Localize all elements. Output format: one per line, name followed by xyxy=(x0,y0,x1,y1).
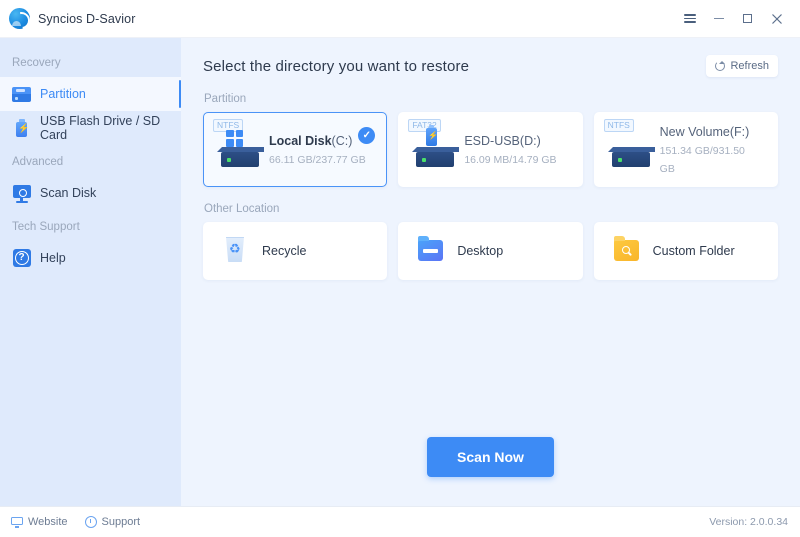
other-location-card-recycle[interactable]: Recycle xyxy=(203,222,387,280)
partition-card-local-disk-c[interactable]: NTFS Local Disk(C:) 66.11 GB/237.77 GB ✓ xyxy=(203,112,387,187)
usb-disk-icon xyxy=(412,127,458,173)
version-label: Version: 2.0.0.34 xyxy=(709,516,788,528)
partition-info: ESD-USB(D:) 16.09 MB/14.79 GB xyxy=(464,132,567,168)
other-location-label: Custom Folder xyxy=(653,244,735,258)
partition-name-text: New Volume xyxy=(660,125,730,139)
sidebar-item-partition-label: Partition xyxy=(40,87,86,101)
syncios-logo-icon xyxy=(9,8,30,29)
selected-check-icon: ✓ xyxy=(358,127,375,144)
close-icon xyxy=(772,14,782,24)
sidebar-group-advanced-label: Advanced xyxy=(0,145,181,176)
sidebar-item-usb-label: USB Flash Drive / SD Card xyxy=(40,114,181,142)
monitor-icon xyxy=(11,517,23,528)
other-location-label: Recycle xyxy=(262,244,306,258)
title-bar: Syncios D-Savior xyxy=(0,0,800,38)
partition-drive-letter: (C:) xyxy=(332,134,353,148)
app-title: Syncios D-Savior xyxy=(38,12,135,26)
sidebar-item-scan-disk-label: Scan Disk xyxy=(40,186,96,200)
partition-card-new-volume-f[interactable]: NTFS New Volume(F:) 151.34 GB/931.50 GB xyxy=(594,112,778,187)
sidebar-group-tech-support-label: Tech Support xyxy=(0,210,181,241)
sidebar-item-help-label: Help xyxy=(40,251,66,265)
scan-now-button[interactable]: Scan Now xyxy=(427,437,554,477)
sidebar: Recovery Partition USB Flash Drive / SD … xyxy=(0,38,181,506)
close-button[interactable] xyxy=(763,6,790,32)
other-location-label: Desktop xyxy=(457,244,503,258)
partition-info: New Volume(F:) 151.34 GB/931.50 GB xyxy=(660,123,763,177)
refresh-label: Refresh xyxy=(730,60,769,72)
recycle-bin-icon xyxy=(220,235,250,267)
other-location-card-custom-folder[interactable]: Custom Folder xyxy=(594,222,778,280)
partition-card-esd-usb-d[interactable]: FAT32 ESD-USB(D:) 16.09 MB/14.79 GB xyxy=(398,112,582,187)
partition-info: Local Disk(C:) 66.11 GB/237.77 GB xyxy=(269,132,372,168)
windows-disk-icon xyxy=(217,127,263,173)
sidebar-group-recovery-label: Recovery xyxy=(0,46,181,77)
desktop-folder-icon xyxy=(415,235,445,267)
other-location-card-list: Recycle Desktop Custom Folder xyxy=(203,222,778,280)
partition-name-text: ESD-USB xyxy=(464,134,520,148)
menu-button[interactable] xyxy=(676,6,703,32)
sidebar-item-partition[interactable]: Partition xyxy=(0,77,181,111)
page-title: Select the directory you want to restore xyxy=(203,58,469,75)
minimize-button[interactable] xyxy=(705,6,732,32)
partition-section-label: Partition xyxy=(204,93,778,105)
refresh-button[interactable]: Refresh xyxy=(706,55,778,77)
disk-icon xyxy=(608,127,654,173)
support-link[interactable]: Support xyxy=(85,516,141,528)
partition-size-text: 66.11 GB/237.77 GB xyxy=(269,154,366,166)
other-location-card-desktop[interactable]: Desktop xyxy=(398,222,582,280)
other-location-section-label: Other Location xyxy=(204,203,778,215)
main-content: Select the directory you want to restore… xyxy=(181,38,800,506)
help-icon: ? xyxy=(12,249,31,268)
status-bar: Website Support Version: 2.0.0.34 xyxy=(0,506,800,537)
partition-size-text: 16.09 MB/14.79 GB xyxy=(464,154,556,166)
website-link[interactable]: Website xyxy=(11,516,68,528)
scan-disk-icon xyxy=(12,184,31,203)
partition-drive-letter: (D:) xyxy=(520,134,541,148)
scan-button-container: Scan Now xyxy=(203,437,778,506)
partition-name: ESD-USB(D:) xyxy=(464,134,540,148)
partition-name-text: Local Disk xyxy=(269,134,332,148)
maximize-icon xyxy=(743,14,752,23)
window-controls xyxy=(676,6,790,32)
partition-drive-letter: (F:) xyxy=(730,125,749,139)
partition-icon xyxy=(12,85,31,104)
menu-icon xyxy=(684,14,696,23)
partition-size-text: 151.34 GB/931.50 GB xyxy=(660,145,745,175)
main-header: Select the directory you want to restore… xyxy=(203,38,778,77)
window-body: Recovery Partition USB Flash Drive / SD … xyxy=(0,38,800,506)
sidebar-item-usb-flash-drive[interactable]: USB Flash Drive / SD Card xyxy=(0,111,181,145)
brand: Syncios D-Savior xyxy=(9,8,135,29)
support-clock-icon xyxy=(85,516,97,528)
refresh-icon xyxy=(715,61,725,71)
partition-name: Local Disk(C:) xyxy=(269,134,352,148)
usb-flash-drive-icon xyxy=(12,119,31,138)
sidebar-item-help[interactable]: ? Help xyxy=(0,241,181,275)
custom-folder-search-icon xyxy=(611,235,641,267)
maximize-button[interactable] xyxy=(734,6,761,32)
support-label: Support xyxy=(102,516,141,528)
sidebar-item-scan-disk[interactable]: Scan Disk xyxy=(0,176,181,210)
partition-name: New Volume(F:) xyxy=(660,125,750,139)
minimize-icon xyxy=(714,18,724,19)
partition-card-list: NTFS Local Disk(C:) 66.11 GB/237.77 GB ✓ xyxy=(203,112,778,187)
website-label: Website xyxy=(28,516,68,528)
application-window: Syncios D-Savior Recovery xyxy=(0,0,800,537)
